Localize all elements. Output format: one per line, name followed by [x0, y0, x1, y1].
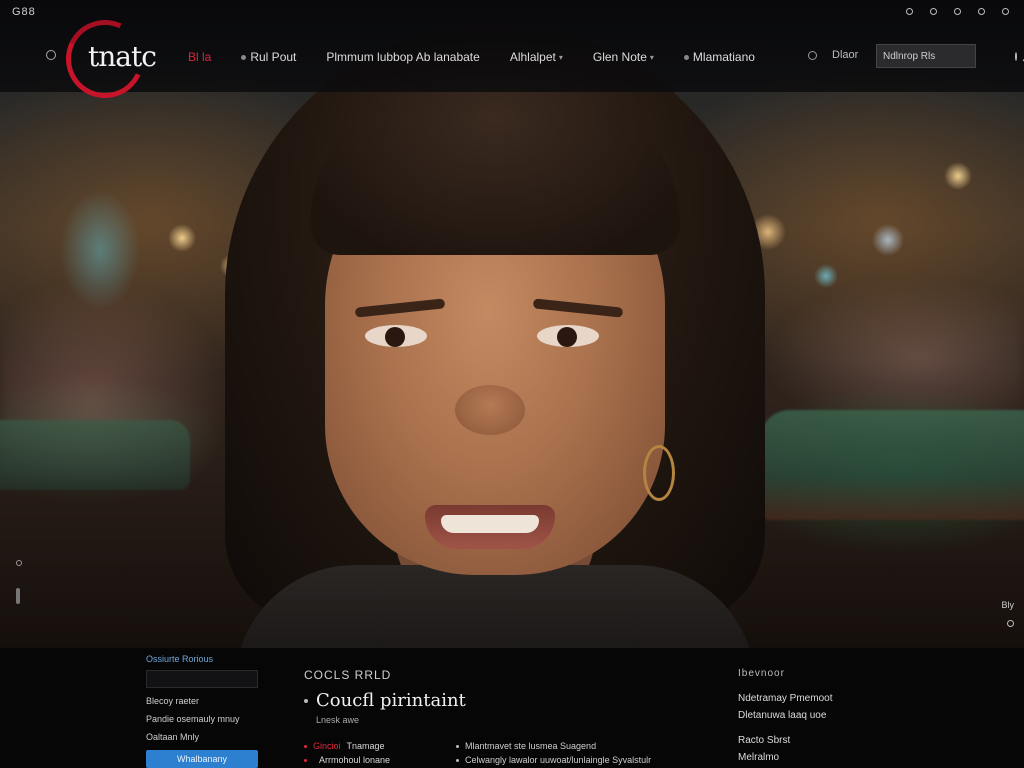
side-controls-left — [16, 560, 22, 604]
scroll-indicator-icon[interactable] — [16, 588, 20, 604]
nav-item-5[interactable]: Glen Note ▾ — [593, 48, 654, 66]
utility-link[interactable] — [1002, 6, 1012, 16]
chevron-down-icon: ▾ — [558, 52, 563, 62]
brand-logo[interactable]: tnatc — [55, 9, 176, 109]
main-nav: Bl la Rul Pout Plmmum lubbop Ab lanabate… — [188, 48, 785, 66]
edit-icon — [978, 8, 985, 15]
footer-link[interactable]: Racto Sbrst — [738, 735, 908, 746]
eye-left — [365, 325, 427, 347]
chevron-down-icon: ▾ — [649, 52, 654, 62]
feature-panel: COCLS RRLD Coucfl pirintaint Lnesk awe G… — [304, 668, 704, 768]
teeth — [441, 515, 539, 533]
gaming-table-left — [0, 420, 190, 490]
feature-row: Arrmohoul lonane Celwangly lawalor uuwoa… — [304, 755, 704, 765]
utility-link[interactable] — [906, 6, 916, 16]
nose — [455, 385, 525, 435]
power-icon — [1002, 8, 1009, 15]
cart-icon — [954, 8, 961, 15]
utility-links — [906, 6, 1012, 16]
user-icon — [906, 8, 913, 15]
feature-link[interactable]: Mlantmavet ste lusmea Suagend — [465, 741, 596, 751]
feature-tag[interactable]: Gincioi — [313, 741, 341, 751]
signup-input[interactable] — [146, 670, 258, 688]
side-text: Bly — [1001, 600, 1014, 610]
feature-kicker: COCLS RRLD — [304, 668, 392, 682]
signup-line: Blecoy raeter — [146, 696, 200, 706]
eye-right — [537, 325, 599, 347]
shoulders — [235, 565, 755, 648]
feature-label[interactable]: Arrmohoul lonane — [319, 755, 390, 765]
nav-item-home[interactable]: Bl la — [188, 48, 211, 66]
site-header: G88 tnatc Bl la Rul Pout Plmmum lubbop A… — [0, 0, 1024, 109]
search-bar — [876, 44, 1017, 68]
logo-wordmark: tnatc — [88, 40, 157, 73]
feature-subtitle: Lnesk awe — [316, 715, 360, 725]
bullet-icon — [304, 758, 307, 762]
footer-links: Ibevnoor Ndetramay Pmemoot Dletanuwa laa… — [738, 668, 908, 768]
signup-title: Ossiurte Rorious — [146, 654, 214, 664]
portrait — [215, 25, 775, 648]
nav-item-6[interactable]: Mlamatiano — [683, 48, 755, 66]
gaming-table-right — [760, 410, 1024, 520]
nav-item-2[interactable]: Rul Pout — [241, 48, 296, 66]
circle-icon[interactable] — [1007, 620, 1014, 627]
feature-title: Coucfl pirintaint — [316, 690, 466, 711]
side-controls-right: Bly — [1001, 600, 1014, 627]
bell-icon — [930, 8, 937, 15]
feature-label[interactable]: Tnamage — [347, 741, 385, 751]
signup-button[interactable]: Whalbanany — [146, 750, 258, 768]
dot-icon — [241, 54, 247, 60]
signup-panel: Ossiurte Rorious Blecoy raeter Pandie os… — [146, 654, 266, 768]
bullet-icon — [456, 758, 459, 762]
bullet-icon — [304, 744, 307, 748]
menu-icon[interactable] — [46, 50, 56, 60]
dot-icon — [683, 54, 689, 60]
footer-links-heading: Ibevnoor — [738, 668, 785, 679]
bullet-icon — [456, 744, 459, 748]
utility-link[interactable] — [978, 6, 988, 16]
circle-icon[interactable] — [16, 560, 22, 566]
feature-link[interactable]: Celwangly lawalor uuwoat/lunlaingle Syva… — [465, 755, 651, 765]
utility-link[interactable] — [954, 6, 964, 16]
utility-link[interactable] — [930, 6, 940, 16]
search-icon[interactable] — [1015, 51, 1017, 61]
header-link[interactable]: Dlaor — [832, 49, 858, 61]
nav-item-3[interactable]: Plmmum lubbop Ab lanabate — [326, 48, 479, 66]
search-input[interactable] — [877, 45, 1015, 67]
feature-row: Gincioi Tnamage Mlantmavet ste lusmea Su… — [304, 741, 704, 751]
signup-line: Oaltaan Mnly — [146, 732, 200, 742]
footer-link[interactable]: Dletanuwa laaq uoe — [738, 710, 908, 721]
globe-icon[interactable] — [808, 51, 817, 60]
language-selector[interactable]: G88 — [12, 6, 36, 18]
bullet-icon — [304, 698, 308, 703]
earring — [643, 445, 675, 501]
footer-link[interactable]: Melralmo — [738, 752, 908, 763]
site-footer: Ossiurte Rorious Blecoy raeter Pandie os… — [0, 648, 1024, 768]
nav-item-4[interactable]: Alhlalpet ▾ — [510, 48, 563, 66]
footer-link[interactable]: Ndetramay Pmemoot — [738, 693, 908, 704]
signup-line: Pandie osemauly mnuy — [146, 714, 240, 724]
